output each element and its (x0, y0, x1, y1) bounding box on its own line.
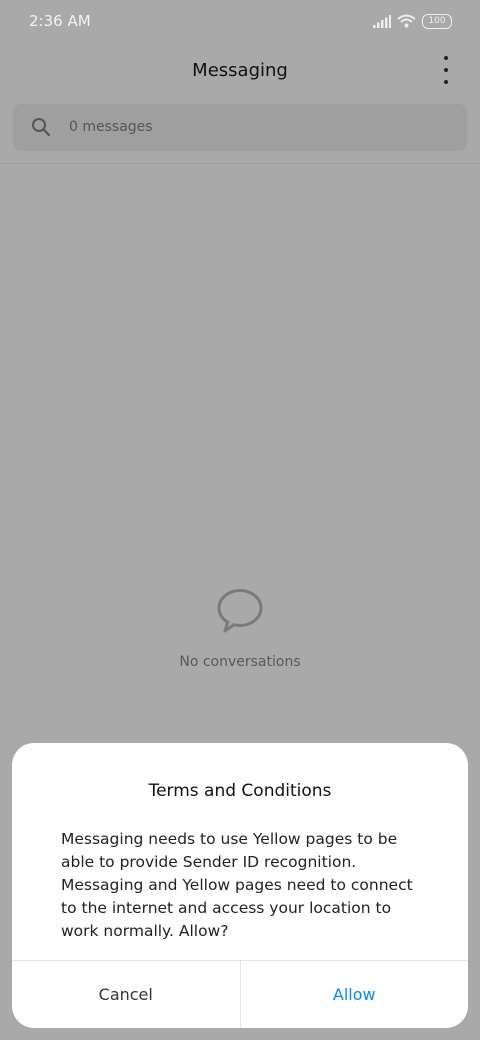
status-icons: 100 (373, 12, 452, 30)
more-options-button[interactable] (438, 56, 454, 84)
dialog-message: Messaging needs to use Yellow pages to b… (61, 830, 413, 940)
more-vertical-icon (444, 56, 448, 60)
battery-icon: 100 (422, 13, 452, 29)
allow-button[interactable]: Allow (241, 961, 469, 1028)
divider (0, 163, 480, 164)
terms-dialog: Terms and Conditions Messaging needs to … (12, 743, 468, 1028)
search-icon (32, 118, 51, 137)
empty-state: No conversations (0, 588, 480, 670)
page-title: Messaging (192, 60, 288, 81)
signal-icon (373, 14, 391, 28)
status-time: 2:36 AM (29, 12, 91, 30)
cancel-button[interactable]: Cancel (12, 961, 241, 1028)
status-bar: 2:36 AM 100 (0, 0, 480, 44)
search-input[interactable]: 0 messages (69, 119, 153, 135)
dialog-title: Terms and Conditions (148, 781, 332, 801)
wifi-icon (397, 14, 416, 28)
empty-state-text: No conversations (179, 654, 301, 670)
chat-bubble-icon (217, 589, 263, 633)
more-vertical-icon-dot (444, 68, 448, 72)
dialog-actions: Cancel Allow (12, 960, 468, 1028)
search-bar[interactable]: 0 messages (13, 104, 467, 151)
app-bar: Messaging (0, 44, 480, 100)
more-vertical-icon-dot (444, 80, 448, 84)
